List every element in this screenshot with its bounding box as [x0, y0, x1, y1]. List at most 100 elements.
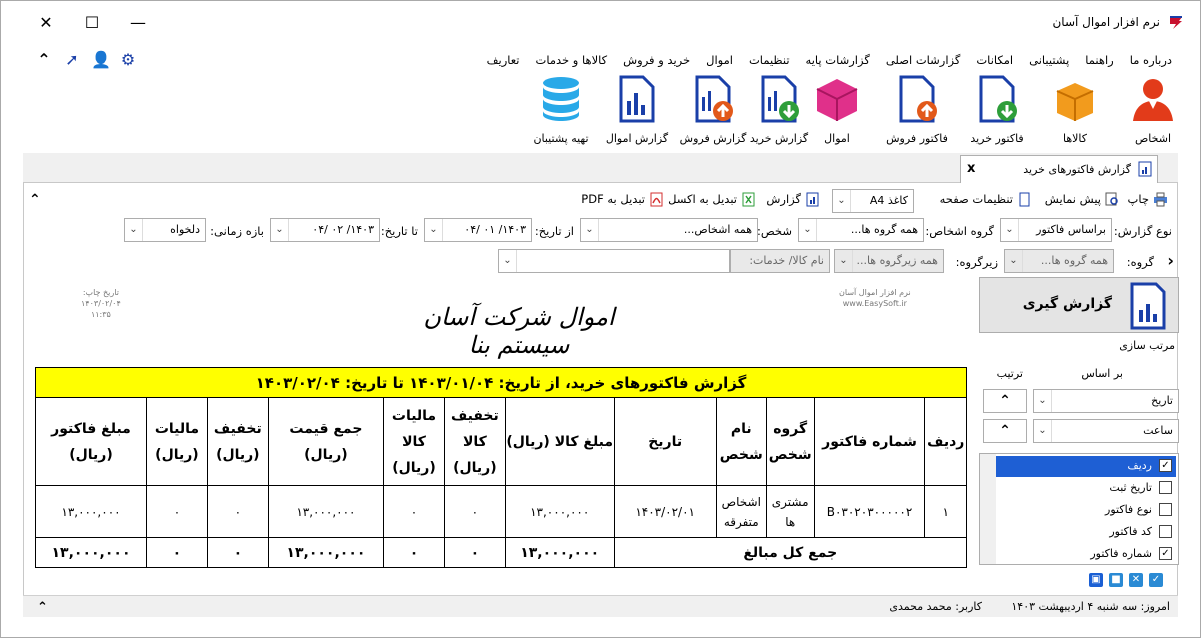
total-cell: ۰: [146, 537, 208, 568]
checkbox[interactable]: [1159, 525, 1172, 538]
ribbon-person-button[interactable]: اشخاص: [1113, 75, 1193, 145]
sort2-order-button[interactable]: ⌃: [983, 419, 1027, 443]
menu-item[interactable]: گزارشات پایه: [798, 53, 878, 67]
ribbon-backup-database-button[interactable]: تهیه پشتیبان: [519, 75, 603, 145]
list-item[interactable]: ✓ شماره فاکتور: [996, 544, 1176, 564]
menu-item[interactable]: پشتیبانی: [1021, 53, 1077, 67]
ribbon-purchase-report-button[interactable]: گزارش خرید: [741, 75, 817, 145]
menu-item[interactable]: درباره ما: [1122, 53, 1180, 67]
person-select[interactable]: همه اشخاص... ⌄: [580, 218, 758, 242]
table-cell: ۱۳,۰۰۰,۰۰۰: [504, 485, 615, 538]
export-excel-button[interactable]: تبدیل به اکسل: [668, 192, 756, 207]
app-logo-icon: [1170, 16, 1182, 29]
group-select[interactable]: همه گروه ها... ⌄: [1004, 249, 1114, 273]
collapse-toolbar-icon[interactable]: ⌃: [29, 192, 41, 208]
table-cell: ۱۳,۰۰۰,۰۰۰: [267, 485, 385, 538]
purchase-report-icon: [761, 75, 799, 123]
report-type-select[interactable]: براساس فاکتور ⌄: [1000, 218, 1112, 242]
generate-report-button[interactable]: گزارش گیری: [979, 277, 1179, 333]
table-row: ۱ B۰۳۰۲۰۳۰۰۰۰۰۲ مشتری ها اشخاص متفرقه ۱۴۰۳/۰…: [35, 485, 967, 538]
report-table: گزارش فاکتورهای خرید، از تاریخ: ۱۴۰۳/۰۱/…: [35, 367, 968, 568]
checkbox[interactable]: ✓: [1159, 547, 1172, 560]
report-button[interactable]: گزارش: [766, 192, 820, 207]
menu-item[interactable]: گزارشات اصلی: [878, 53, 969, 67]
ribbon-label: فاکتور فروش: [886, 132, 948, 145]
sort2-select[interactable]: ساعت ⌄: [1033, 419, 1179, 443]
to-date-picker[interactable]: ۱۴۰۳/ ۰۲ /۰۴ ⌄: [270, 218, 380, 242]
table-cell: ۰: [443, 485, 506, 538]
person-group-select[interactable]: همه گروه ها... ⌄: [798, 218, 924, 242]
paper-size-select[interactable]: کاغذ A4 ⌄: [832, 189, 914, 213]
ribbon-assets-report-button[interactable]: گزارش اموال: [599, 75, 675, 145]
column-header: مبلغ فاکتور (ریال): [35, 397, 147, 486]
export-pdf-button[interactable]: تبدیل به PDF: [581, 192, 664, 207]
ribbon-label: گزارش اموال: [605, 132, 669, 145]
column-header: تخفیف کالا (ریال): [443, 397, 506, 486]
table-cell: مشتری ها: [765, 485, 815, 538]
table-cell: ۱۴۰۳/۰۲/۰۱: [613, 485, 717, 538]
square-icon[interactable]: ■: [1109, 573, 1123, 587]
checkbox[interactable]: [1159, 503, 1172, 516]
checkbox[interactable]: ✓: [1159, 459, 1172, 472]
table-cell: ۰: [206, 485, 269, 538]
list-item[interactable]: ✓ ردیف: [996, 456, 1176, 477]
column-header: نام شخص: [715, 397, 767, 486]
settings-gear-icon[interactable]: ⚙: [119, 51, 137, 69]
total-cell: ۱۳,۰۰۰,۰۰۰: [35, 537, 147, 568]
menu-item[interactable]: اموال: [698, 53, 741, 67]
menu-item[interactable]: راهنما: [1077, 53, 1121, 67]
clear-icon[interactable]: ✕: [1129, 573, 1143, 587]
check-all-icon[interactable]: ✓: [1149, 573, 1163, 587]
close-button[interactable]: ✕: [23, 7, 69, 39]
sort1-order-button[interactable]: ⌃: [983, 389, 1027, 413]
total-cell: ۰: [206, 537, 269, 568]
tab-close-icon[interactable]: x: [967, 161, 975, 176]
menu-item[interactable]: امکانات: [968, 53, 1021, 67]
fields-scrollbar[interactable]: [980, 454, 996, 564]
pdf-icon: [650, 192, 663, 207]
maximize-button[interactable]: ☐: [69, 7, 115, 39]
excel-icon: [742, 192, 755, 207]
menu-item[interactable]: تعاریف: [479, 53, 528, 67]
ribbon-box-button[interactable]: کالاها: [1037, 75, 1113, 145]
collapse-status-icon[interactable]: ⌃: [37, 600, 48, 615]
person-icon: [1133, 79, 1173, 121]
column-header: مبلغ کالا (ریال): [504, 397, 615, 486]
menu-item[interactable]: خرید و فروش: [615, 53, 698, 67]
print-button[interactable]: چاپ: [1128, 192, 1168, 207]
menu-item[interactable]: کالاها و خدمات: [528, 53, 616, 67]
ribbon-label: تهیه پشتیبان: [533, 132, 589, 145]
minimize-button[interactable]: —: [115, 7, 161, 39]
ribbon-sales-report-button[interactable]: گزارش فروش: [675, 75, 751, 145]
save-icon[interactable]: ▣: [1089, 573, 1103, 587]
checkbox[interactable]: [1159, 481, 1172, 494]
subgroup-select[interactable]: همه زیرگروه ها... ⌄: [834, 249, 944, 273]
chevron-down-icon: ⌄: [1005, 250, 1023, 272]
external-link-icon[interactable]: ➚: [63, 51, 81, 69]
tab-purchase-invoices-report[interactable]: گزارش فاکتورهای خرید x: [960, 155, 1158, 183]
based-on-label: بر اساس: [1081, 367, 1123, 380]
assets-icon: [816, 79, 858, 121]
ribbon-sales-invoice-button[interactable]: فاکتور فروش: [879, 75, 955, 145]
chevron-down-icon: ⌄: [1001, 219, 1019, 241]
from-date-picker[interactable]: ۱۴۰۳/ ۰۱ /۰۴ ⌄: [424, 218, 532, 242]
preview-button[interactable]: پیش نمایش: [1045, 192, 1120, 207]
list-item[interactable]: کد فاکتور: [996, 522, 1176, 543]
chevron-down-icon: ⌄: [581, 219, 599, 241]
item-select[interactable]: ⌄: [498, 249, 730, 273]
item-label: نام کالا/ خدمات:: [730, 249, 830, 273]
sort1-select[interactable]: تاریخ ⌄: [1033, 389, 1179, 413]
period-select[interactable]: دلخواه ⌄: [124, 218, 206, 242]
chevron-left-icon[interactable]: ‹: [1167, 251, 1174, 270]
collapse-ribbon-icon[interactable]: ⌃: [35, 51, 53, 69]
list-item[interactable]: تاریخ ثبت: [996, 478, 1176, 499]
print-info: تاریخ چاپ: ۱۴۰۳/۰۲/۰۴ ۱۱:۳۵: [81, 288, 121, 319]
user-icon[interactable]: 👤: [91, 51, 111, 69]
report-chart-icon: [806, 192, 819, 207]
software-info: نرم افزار اموال آسان www.EasySoft.ir: [839, 288, 911, 308]
ribbon-purchase-invoice-button[interactable]: فاکتور خرید: [959, 75, 1035, 145]
list-item[interactable]: نوع فاکتور: [996, 500, 1176, 521]
report-chart-icon: [1130, 282, 1166, 330]
menu-item[interactable]: تنظیمات: [741, 53, 798, 67]
page-settings-button[interactable]: تنظیمات صفحه: [940, 192, 1032, 207]
